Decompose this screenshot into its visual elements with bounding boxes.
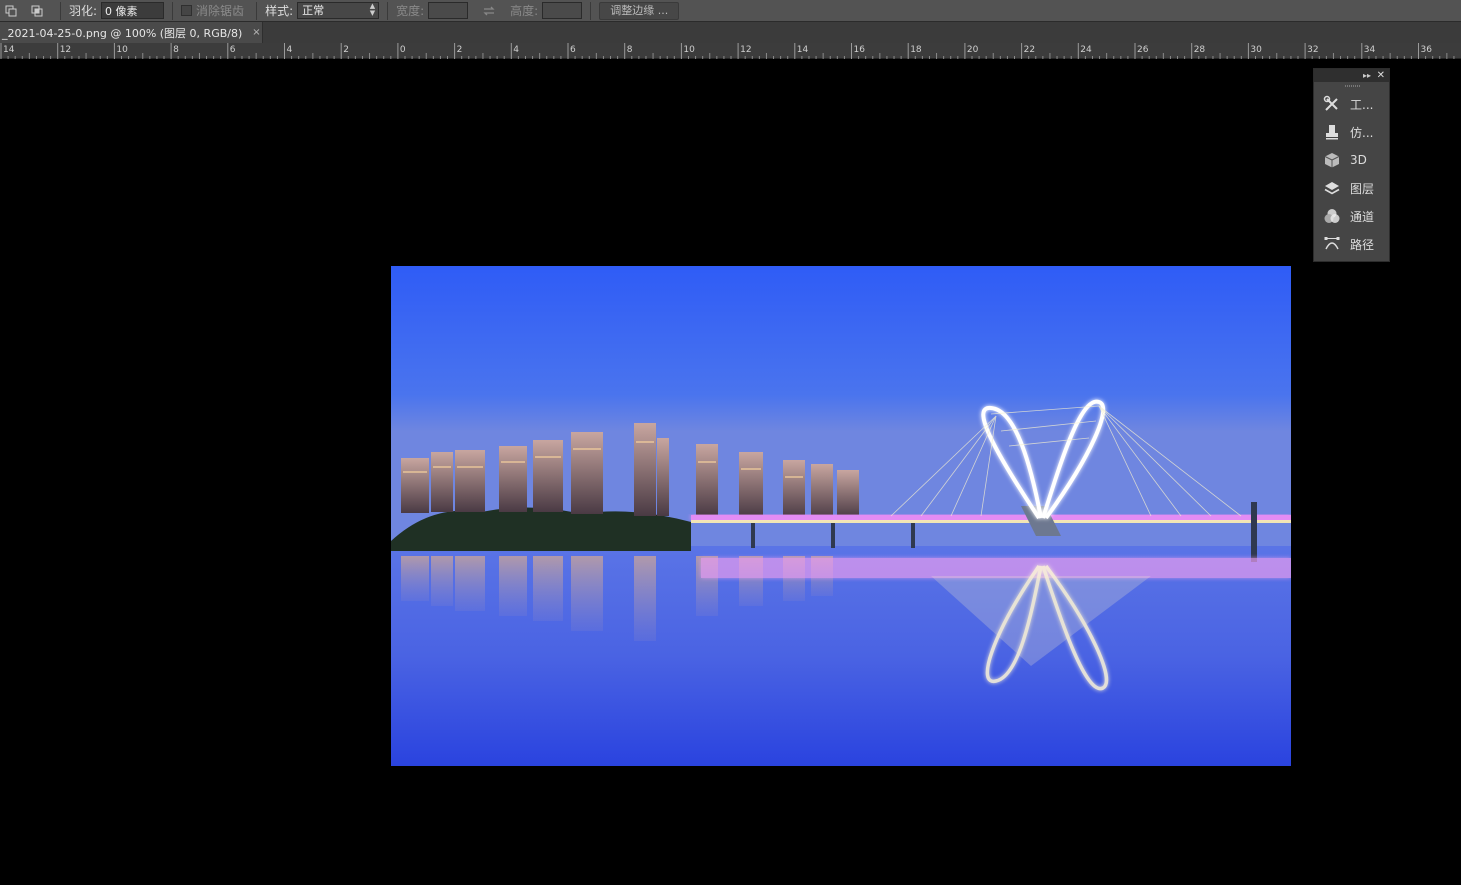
panel-item-label: 路径 (1350, 237, 1375, 252)
document-image (391, 266, 1291, 766)
panel-item-label: 仿... (1350, 125, 1374, 140)
height-input[interactable] (542, 2, 583, 19)
ruler-label: 18 (910, 45, 922, 55)
close-icon[interactable]: × (252, 27, 260, 38)
ruler-label: 14 (3, 45, 15, 55)
document-tab-bar: _2021-04-25-0.png @ 100% (图层 0, RGB/8) × (0, 22, 1461, 43)
width-label: 宽度: (396, 4, 425, 18)
ruler-label: 4 (287, 45, 293, 55)
document-tab-title: _2021-04-25-0.png @ 100% (图层 0, RGB/8) (2, 26, 243, 40)
tools-icon (1322, 94, 1342, 114)
ruler-label: 16 (854, 45, 866, 55)
ruler-label: 6 (230, 45, 236, 55)
style-label: 样式: (265, 4, 294, 18)
ruler-label: 10 (116, 45, 128, 55)
panel-item-layers[interactable]: 图层 (1314, 174, 1389, 202)
panel-item-3d[interactable]: 3D (1314, 146, 1389, 174)
antialias-checkbox[interactable] (181, 5, 193, 16)
intersect-selection-icon[interactable] (30, 4, 44, 18)
ruler-label: 14 (797, 45, 809, 55)
close-icon[interactable]: ✕ (1377, 69, 1385, 82)
ruler-label: 36 (1421, 45, 1433, 55)
ruler-label: 22 (1024, 45, 1035, 55)
channels-icon (1322, 206, 1342, 226)
options-separator (172, 1, 174, 20)
ruler-label: 12 (60, 45, 71, 55)
panel-item-paths[interactable]: 路径 (1314, 230, 1389, 258)
ruler-label: 32 (1307, 45, 1318, 55)
clone-source-icon (1322, 122, 1342, 142)
swap-dimensions-icon[interactable] (482, 4, 496, 18)
feather-input[interactable] (101, 2, 165, 19)
select-arrows-icon: ▲ ▼ (369, 2, 376, 17)
canvas-area[interactable] (0, 59, 1461, 885)
ruler-scale: 14 12 10 8 6 4 2 0 2 4 6 8 10 12 14 16 18 20 22 24 26 28 30 32 3… (0, 43, 1455, 59)
antialias-label: 消除锯齿 (196, 4, 245, 18)
ruler-label: 28 (1194, 45, 1206, 55)
panel-dock: ▸▸ ✕ 工... 仿... 3D 图层 通道 路径 (1313, 68, 1390, 262)
paths-icon (1322, 234, 1342, 254)
layers-icon (1322, 178, 1342, 198)
panel-item-label: 3D (1350, 153, 1367, 167)
horizontal-ruler[interactable]: 14 12 10 8 6 4 2 0 2 4 6 8 10 12 14 16 18 20 22 24 26 28 30 32 3… (0, 43, 1461, 59)
ruler-label: 26 (1137, 45, 1149, 55)
options-separator (387, 1, 389, 20)
style-select[interactable]: 正常 ▲ ▼ (297, 2, 380, 19)
document-tab[interactable]: _2021-04-25-0.png @ 100% (图层 0, RGB/8) × (0, 22, 263, 43)
height-label: 高度: (510, 4, 539, 18)
options-separator (256, 1, 258, 20)
ruler-label: 34 (1364, 45, 1376, 55)
style-select-value: 正常 (302, 4, 325, 17)
panel-item-clone-source[interactable]: 仿... (1314, 118, 1389, 146)
ruler-label: 20 (967, 45, 979, 55)
ruler-label: 12 (740, 45, 751, 55)
ruler-label: 24 (1080, 45, 1092, 55)
selection-mode-icon[interactable] (4, 4, 18, 18)
panel-grip[interactable] (1314, 82, 1389, 90)
feather-label: 羽化: (69, 4, 98, 18)
refine-edge-button[interactable]: 调整边缘 ... (599, 1, 680, 20)
ruler-label: 0 (400, 45, 406, 55)
ruler-label: 10 (683, 45, 695, 55)
ruler-label: 30 (1250, 45, 1262, 55)
panel-item-label: 图层 (1350, 181, 1375, 196)
ruler-label: 2 (457, 45, 463, 55)
panel-item-tools[interactable]: 工... (1314, 90, 1389, 118)
panel-header[interactable]: ▸▸ ✕ (1314, 69, 1389, 82)
ruler-label: 4 (513, 45, 519, 55)
ruler-label: 8 (627, 45, 633, 55)
ruler-label: 6 (570, 45, 576, 55)
ruler-label: 8 (173, 45, 179, 55)
panel-item-channels[interactable]: 通道 (1314, 202, 1389, 230)
options-bar: 羽化: 消除锯齿 样式: 正常 ▲▼ 宽度: 高度: 调整边缘 ... (0, 0, 1461, 22)
cube-3d-icon (1322, 150, 1342, 170)
options-separator (590, 1, 592, 20)
options-separator (60, 1, 61, 20)
panel-item-label: 通道 (1350, 209, 1375, 224)
ruler-label: 2 (343, 45, 349, 55)
width-input[interactable] (428, 2, 469, 19)
collapse-icon[interactable]: ▸▸ (1363, 69, 1371, 82)
panel-item-label: 工... (1350, 97, 1374, 112)
